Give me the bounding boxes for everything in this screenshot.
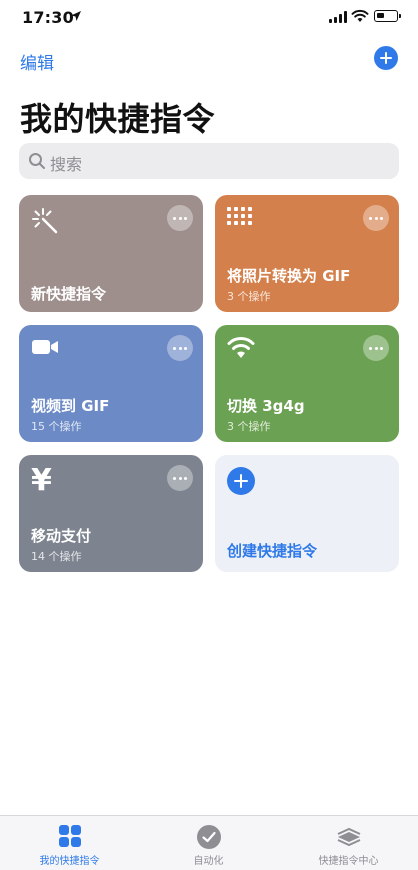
edit-button[interactable]: 编辑	[20, 49, 54, 74]
tab-my-shortcuts[interactable]: 我的快捷指令	[0, 816, 139, 870]
video-camera-icon	[32, 340, 58, 354]
shortcut-card-mobile-pay[interactable]: ¥ 移动支付 14 个操作	[19, 455, 203, 572]
create-shortcut-label: 创建快捷指令	[227, 542, 318, 560]
yen-icon: ¥	[31, 463, 52, 498]
more-options-button[interactable]	[167, 335, 193, 361]
shortcut-name: 移动支付	[31, 527, 92, 545]
shortcut-card-video-gif[interactable]: 视频到 GIF 15 个操作	[19, 325, 203, 442]
shortcut-action-count: 14 个操作	[31, 550, 82, 563]
shortcut-action-count: 3 个操作	[227, 290, 271, 303]
location-arrow-icon	[71, 11, 81, 21]
gallery-icon	[337, 827, 360, 847]
add-shortcut-button[interactable]	[374, 46, 398, 70]
shortcut-action-count: 15 个操作	[31, 420, 82, 433]
tab-label: 我的快捷指令	[39, 856, 100, 867]
tab-bar: 我的快捷指令 自动化 快捷指令中心	[0, 815, 418, 870]
shortcut-name: 切换 3g4g	[227, 397, 305, 415]
status-time: 17:30	[22, 8, 74, 27]
wifi-icon	[227, 337, 255, 358]
tab-automation[interactable]: 自动化	[139, 816, 278, 870]
shortcut-name: 将照片转换为 GIF	[227, 267, 351, 285]
more-options-button[interactable]	[363, 335, 389, 361]
more-options-button[interactable]	[167, 205, 193, 231]
search-icon	[29, 153, 45, 169]
search-placeholder: 搜索	[50, 155, 83, 174]
more-options-button[interactable]	[363, 205, 389, 231]
page-title: 我的快捷指令	[20, 100, 216, 138]
battery-icon	[374, 10, 401, 22]
shortcut-card-new[interactable]: 新快捷指令	[19, 195, 203, 312]
shortcut-action-count: 3 个操作	[227, 420, 271, 433]
automation-icon	[196, 825, 221, 849]
search-input[interactable]: 搜索	[19, 143, 399, 179]
shortcut-card-photo-gif[interactable]: 将照片转换为 GIF 3 个操作	[215, 195, 399, 312]
magic-wand-icon	[32, 208, 58, 234]
tab-label: 快捷指令中心	[318, 856, 379, 867]
shortcut-card-3g4g[interactable]: 切换 3g4g 3 个操作	[215, 325, 399, 442]
tab-gallery[interactable]: 快捷指令中心	[279, 816, 418, 870]
tab-label: 自动化	[193, 856, 224, 867]
plus-circle-icon	[227, 467, 255, 495]
shortcut-name: 视频到 GIF	[31, 397, 110, 415]
grid-dots-icon	[227, 207, 252, 225]
more-options-button[interactable]	[167, 465, 193, 491]
shortcut-name: 新快捷指令	[31, 285, 107, 303]
status-bar: 17:30	[0, 0, 418, 34]
create-shortcut-card[interactable]: 创建快捷指令	[215, 455, 399, 572]
wifi-status-icon	[351, 9, 369, 22]
grid-icon	[58, 825, 81, 847]
cellular-signal-icon	[329, 11, 347, 23]
